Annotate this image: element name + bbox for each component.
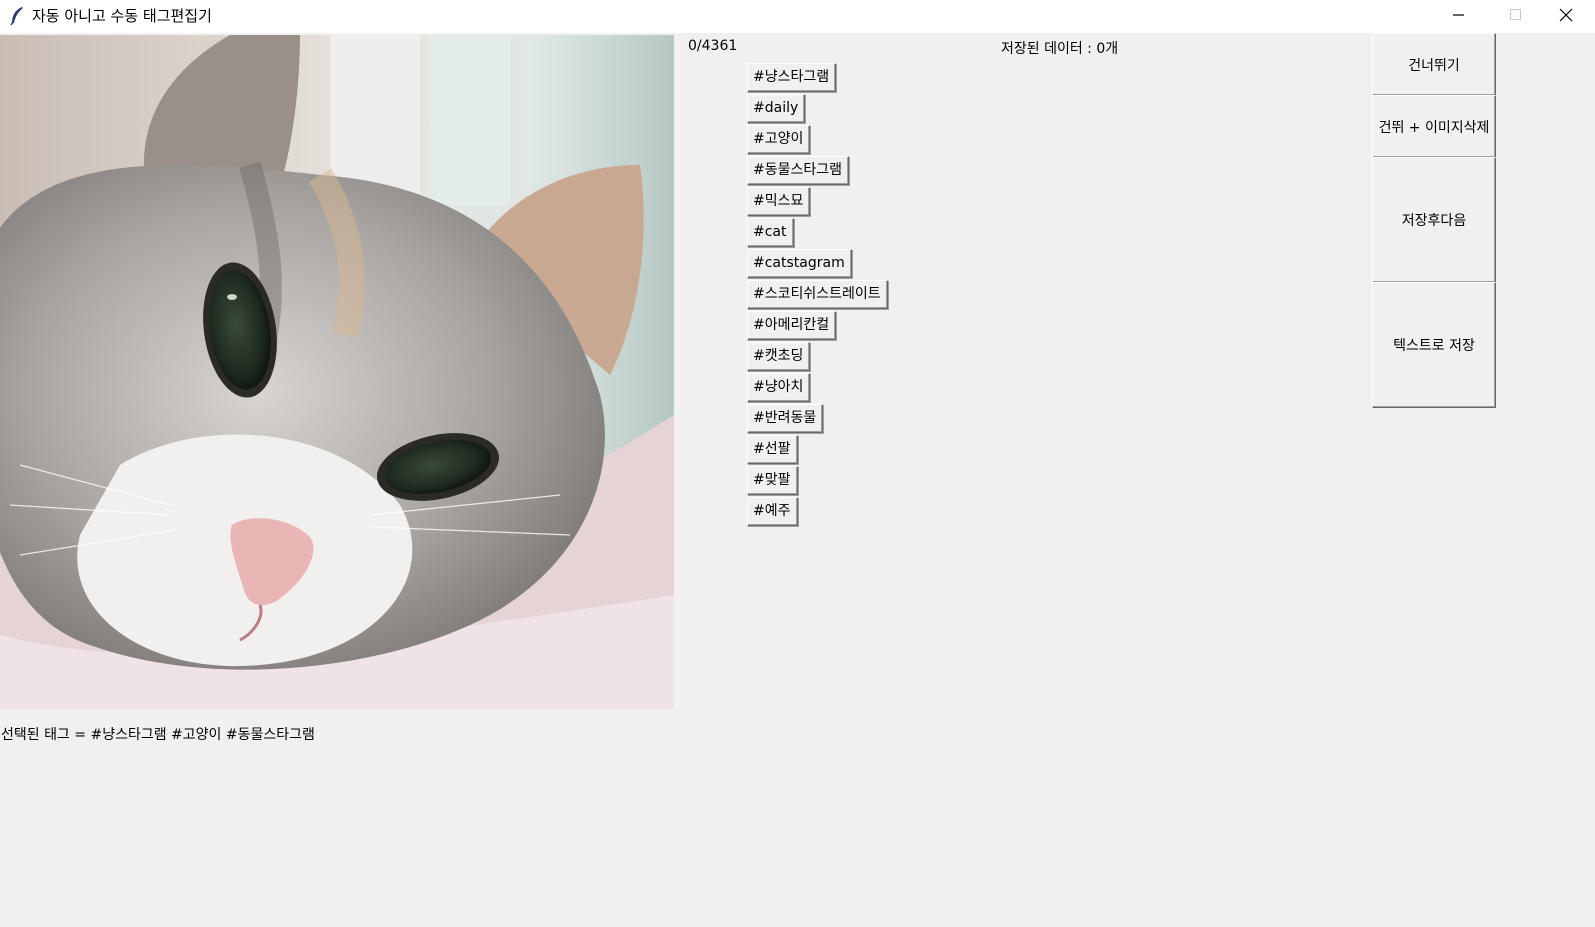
- cat-photo: [0, 35, 674, 709]
- feather-icon: [9, 6, 25, 26]
- tag-button[interactable]: #냥스타그램: [747, 63, 837, 92]
- progress-counter: 0/4361: [688, 38, 738, 54]
- tag-button[interactable]: #캣초딩: [747, 342, 811, 371]
- tag-button[interactable]: #선팔: [747, 435, 798, 464]
- tag-button[interactable]: #예주: [747, 497, 798, 526]
- maximize-icon: [1510, 9, 1521, 20]
- close-icon: [1559, 8, 1573, 22]
- tag-button[interactable]: #동물스타그램: [747, 156, 850, 185]
- tag-button[interactable]: #믹스묘: [747, 187, 811, 216]
- tag-list: #냥스타그램 #daily #고양이 #동물스타그램 #믹스묘 #cat #ca…: [747, 63, 888, 528]
- minimize-icon: [1453, 14, 1464, 16]
- minimize-button[interactable]: [1430, 0, 1488, 30]
- tag-button[interactable]: #아메리칸컬: [747, 311, 837, 340]
- save-next-button[interactable]: 저장후다음: [1372, 157, 1496, 283]
- cat-image: [0, 35, 674, 709]
- close-button[interactable]: [1537, 0, 1595, 30]
- title-bar: 자동 아니고 수동 태그편집기: [0, 0, 1595, 33]
- skip-button[interactable]: 건너뛰기: [1372, 33, 1496, 96]
- tag-button[interactable]: #catstagram: [747, 249, 852, 278]
- tag-button[interactable]: #반려동물: [747, 404, 824, 433]
- tag-button[interactable]: #냥아치: [747, 373, 811, 402]
- save-as-text-button[interactable]: 텍스트로 저장: [1372, 282, 1496, 408]
- tag-button[interactable]: #스코티쉬스트레이트: [747, 280, 888, 309]
- saved-data-count: 저장된 데이터 : 0개: [1001, 41, 1119, 57]
- tag-button[interactable]: #daily: [747, 94, 806, 123]
- window-title: 자동 아니고 수동 태그편집기: [32, 7, 212, 25]
- tag-button[interactable]: #cat: [747, 218, 794, 247]
- selected-tags-label: 선택된 태그 = #냥스타그램 #고양이 #동물스타그램: [1, 727, 315, 743]
- tag-button[interactable]: #고양이: [747, 125, 811, 154]
- skip-delete-image-button[interactable]: 건뛰 + 이미지삭제: [1372, 95, 1496, 158]
- tag-button[interactable]: #맞팔: [747, 466, 798, 495]
